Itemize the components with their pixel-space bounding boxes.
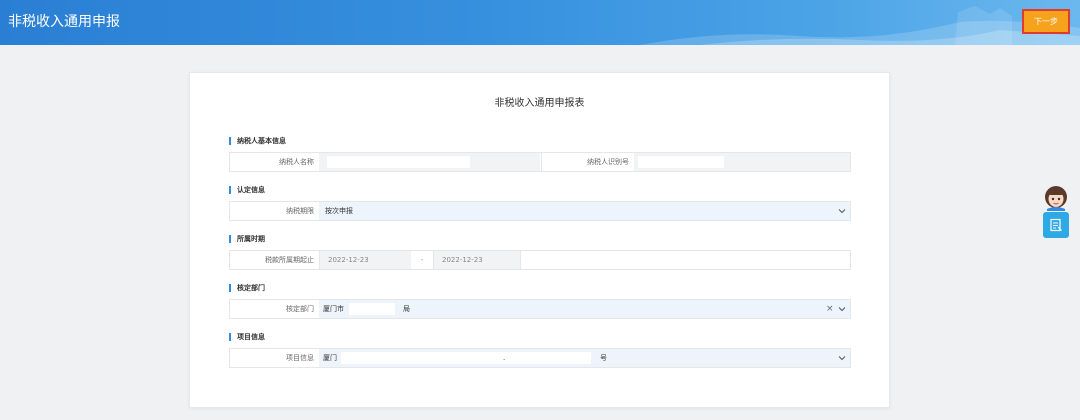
app-header: 非税收入通用申报 下一步 (0, 0, 1080, 45)
project-label: 项目信息 (230, 349, 318, 367)
chevron-down-icon (838, 209, 846, 214)
section-title-project: 项目信息 (229, 333, 265, 341)
taxpayer-id-value (638, 156, 724, 168)
project-value-prefix: 厦门 (323, 354, 337, 362)
department-value-suffix: 局 (403, 305, 410, 313)
project-redacted (341, 352, 591, 364)
department-redacted (349, 303, 395, 315)
tax-period-label: 纳税期限 (230, 202, 318, 220)
next-step-button[interactable]: 下一步 (1022, 9, 1070, 34)
clear-icon[interactable]: × (826, 302, 834, 316)
header-decoration (640, 6, 1080, 45)
taxpayer-name-field[interactable] (319, 153, 540, 171)
period-row: 税款所属期起止 2022-12-23 - 2022-12-23 (229, 250, 851, 270)
page-title: 非税收入通用申报 (8, 14, 120, 30)
project-select[interactable]: 厦门 . 号 (319, 349, 850, 367)
customer-service-avatar-icon[interactable] (1042, 185, 1070, 211)
chevron-down-icon (838, 307, 846, 312)
document-icon (1050, 218, 1062, 232)
department-row: 核定部门 厦门市 局 × (229, 299, 851, 319)
taxpayer-name-label: 纳税人名称 (230, 153, 318, 171)
section-title-recognition: 认定信息 (229, 186, 265, 194)
chevron-down-icon (838, 356, 846, 361)
department-label: 核定部门 (230, 300, 318, 318)
tax-period-select[interactable]: 按次申报 (319, 202, 850, 220)
section-title-period: 所属时期 (229, 235, 265, 243)
recognition-row: 纳税期限 按次申报 (229, 201, 851, 221)
period-divider (520, 251, 521, 269)
declaration-form-card: 非税收入通用申报表 纳税人基本信息 纳税人名称 纳税人识别号 认定信息 纳税期限… (189, 72, 890, 408)
taxpayer-info-row: 纳税人名称 纳税人识别号 (229, 152, 851, 172)
taxpayer-id-label: 纳税人识别号 (541, 153, 633, 171)
project-value-mid: . (503, 354, 506, 362)
tax-period-value: 按次申报 (325, 207, 353, 215)
section-title-taxpayer: 纳税人基本信息 (229, 137, 286, 145)
side-document-button[interactable] (1043, 212, 1069, 238)
taxpayer-id-field[interactable] (634, 153, 850, 171)
period-end-input[interactable]: 2022-12-23 (433, 251, 520, 269)
project-value-suffix: 号 (600, 354, 607, 362)
department-value-prefix: 厦门市 (323, 305, 344, 313)
period-start-input[interactable]: 2022-12-23 (319, 251, 411, 269)
taxpayer-name-value (327, 156, 470, 168)
form-title: 非税收入通用申报表 (494, 98, 585, 109)
period-range-label: 税款所属期起止 (230, 251, 318, 269)
department-select[interactable]: 厦门市 局 × (319, 300, 850, 318)
project-row: 项目信息 厦门 . 号 (229, 348, 851, 368)
period-separator: - (411, 251, 433, 269)
section-title-department: 核定部门 (229, 284, 265, 292)
